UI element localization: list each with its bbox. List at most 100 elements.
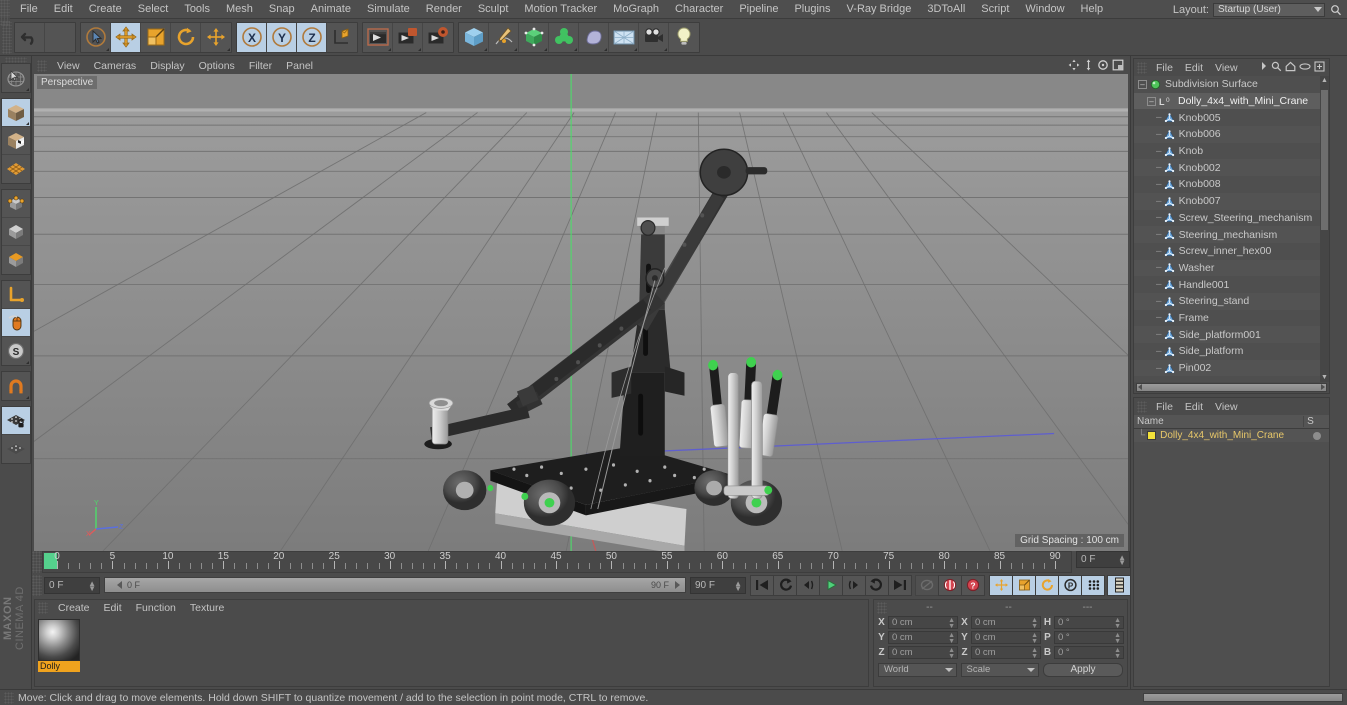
menu-motion-tracker[interactable]: Motion Tracker (516, 0, 605, 19)
next-key-icon[interactable] (865, 574, 889, 596)
move-icon[interactable] (111, 22, 141, 52)
object-manager-menu-edit[interactable]: Edit (1179, 62, 1209, 74)
viewport-solo-icon[interactable] (1, 309, 30, 337)
rotate-icon[interactable] (171, 22, 201, 52)
object-tree-row[interactable]: – Frame (1134, 310, 1329, 327)
material-list[interactable]: Dolly (35, 616, 868, 686)
object-tree-row[interactable]: – Screw_inner_hex00 (1134, 243, 1329, 260)
menu-snap[interactable]: Snap (261, 0, 303, 19)
layer-color-swatch[interactable] (1147, 431, 1157, 440)
spinner-icon[interactable]: ▲ ▼ (734, 579, 742, 592)
axis-x-icon[interactable]: X (237, 22, 267, 52)
render-settings-icon[interactable] (423, 23, 453, 52)
record-active-objects-icon[interactable] (938, 574, 962, 596)
spinner-icon[interactable]: ▲ ▼ (88, 579, 96, 592)
object-manager-menu-file[interactable]: File (1150, 62, 1179, 74)
expand-collapse-icon[interactable]: – (1147, 96, 1156, 106)
timeline-ruler[interactable]: 0 5 10 15 20 25 30 35 40 45 50 55 60 65 70 75 80 85 90 (42, 551, 1072, 573)
object-tree-row[interactable]: – Handle001 (1134, 276, 1329, 293)
live-selection-icon[interactable] (2, 64, 30, 92)
object-tree-row[interactable]: – Side_platform001 (1134, 326, 1329, 343)
apply-button[interactable]: Apply (1043, 663, 1123, 677)
polygon-mode-icon[interactable] (2, 246, 30, 274)
axis-y-icon[interactable]: Y (267, 22, 297, 52)
axis-z-icon[interactable]: Z (297, 22, 327, 52)
menu-sculpt[interactable]: Sculpt (470, 0, 517, 19)
object-tree-row[interactable]: – Knob (1134, 143, 1329, 160)
spinner-icon[interactable]: ▲ ▼ (948, 632, 955, 645)
viewport-menu-panel[interactable]: Panel (279, 58, 320, 74)
go-to-start-icon[interactable] (750, 574, 774, 596)
undo-icon[interactable] (15, 22, 45, 52)
nurbs-generator-icon[interactable] (519, 22, 549, 52)
scale-icon[interactable] (141, 22, 171, 52)
polygon-grid-icon[interactable] (2, 155, 30, 183)
previous-key-icon[interactable] (773, 574, 797, 596)
timeline-scrollbar[interactable]: 0 F 90 F (104, 577, 686, 593)
object-tree-hscroll-track[interactable] (1136, 383, 1327, 392)
menu-select[interactable]: Select (130, 0, 177, 19)
viewport-menu-view[interactable]: View (50, 58, 87, 74)
layer-manager-grip[interactable] (1137, 400, 1147, 413)
point-mode-icon[interactable] (1, 190, 30, 218)
search-icon[interactable] (1271, 61, 1282, 75)
spinner-icon[interactable]: ▲ ▼ (1118, 554, 1126, 567)
rotation-field-b[interactable]: 0 ° ▲ ▼ (1054, 646, 1124, 660)
layout-dropdown[interactable]: Startup (User) (1213, 2, 1325, 17)
menu-mesh[interactable]: Mesh (218, 0, 261, 19)
param-key-icon[interactable]: P (1058, 574, 1082, 596)
menu-edit[interactable]: Edit (46, 0, 81, 19)
coord-mode-dropdown[interactable]: Scale (960, 663, 1039, 677)
scroll-left-icon[interactable] (117, 581, 122, 589)
spinner-icon[interactable]: ▲ ▼ (1031, 617, 1038, 630)
material-menu-edit[interactable]: Edit (97, 602, 129, 614)
left-toolbar-grip[interactable] (4, 57, 27, 63)
size-field-y[interactable]: 0 cm ▲ ▼ (971, 631, 1041, 645)
menu-simulate[interactable]: Simulate (359, 0, 418, 19)
deformer-icon[interactable] (579, 22, 609, 52)
spinner-icon[interactable]: ▲ ▼ (1031, 632, 1038, 645)
current-frame-field[interactable]: 0 F ▲ ▼ (1076, 551, 1130, 568)
spinner-icon[interactable]: ▲ ▼ (948, 647, 955, 660)
object-tree-row[interactable]: – Knob007 (1134, 192, 1329, 210)
size-field-x[interactable]: 0 cm ▲ ▼ (971, 616, 1041, 630)
menu-window[interactable]: Window (1017, 0, 1072, 19)
texture-mode-icon[interactable] (1, 127, 30, 155)
position-field-z[interactable]: 0 cm ▲ ▼ (888, 646, 958, 660)
step-forward-icon[interactable] (842, 574, 866, 596)
menu-3dtoall[interactable]: 3DToAll (919, 0, 973, 19)
material-item[interactable]: Dolly (38, 619, 80, 672)
menu-character[interactable]: Character (667, 0, 731, 19)
viewport-menu-options[interactable]: Options (192, 58, 242, 74)
model-mode-icon[interactable] (1, 99, 30, 127)
spinner-icon[interactable]: ▲ ▼ (1114, 647, 1121, 660)
cube-primitive-icon[interactable] (459, 22, 489, 52)
layer-solo-dot[interactable] (1313, 431, 1321, 440)
camera-icon[interactable] (639, 22, 669, 52)
point-level-anim-icon[interactable] (1081, 574, 1105, 596)
magnet-icon[interactable] (2, 372, 30, 400)
render-region-icon[interactable] (393, 22, 423, 52)
material-menu-texture[interactable]: Texture (183, 602, 231, 614)
object-tree-row[interactable]: – Knob002 (1134, 159, 1329, 177)
layer-row[interactable]: └ Dolly_4x4_with_Mini_Crane (1134, 429, 1329, 442)
object-tree-row[interactable]: – Pin002 (1134, 359, 1329, 377)
world-coordinate-icon[interactable] (327, 23, 357, 52)
rotation-field-p[interactable]: 0 ° ▲ ▼ (1054, 631, 1124, 645)
layer-manager-menu-edit[interactable]: Edit (1179, 401, 1209, 413)
layer-manager-menu-view[interactable]: View (1209, 401, 1244, 413)
material-menu-create[interactable]: Create (51, 602, 97, 614)
object-tree[interactable]: – Subdivision Surface – L 0 Dolly_4x4_with_Mi… (1134, 76, 1329, 382)
spinner-icon[interactable]: ▲ ▼ (948, 617, 955, 630)
edge-mode-icon[interactable] (1, 218, 30, 246)
menu-animate[interactable]: Animate (303, 0, 359, 19)
object-tree-row-selected[interactable]: – L 0 Dolly_4x4_with_Mini_Crane (1134, 92, 1329, 110)
workplane-icon[interactable] (2, 435, 30, 463)
menu-pipeline[interactable]: Pipeline (731, 0, 786, 19)
menu-create[interactable]: Create (81, 0, 130, 19)
object-tree-row[interactable]: – Side_platform (1134, 343, 1329, 360)
object-tree-row[interactable]: – Subdivision Surface (1134, 76, 1329, 93)
axis-mode-icon[interactable] (1, 281, 30, 309)
environment-icon[interactable] (609, 22, 639, 52)
viewport-menu-grip[interactable] (37, 60, 47, 72)
